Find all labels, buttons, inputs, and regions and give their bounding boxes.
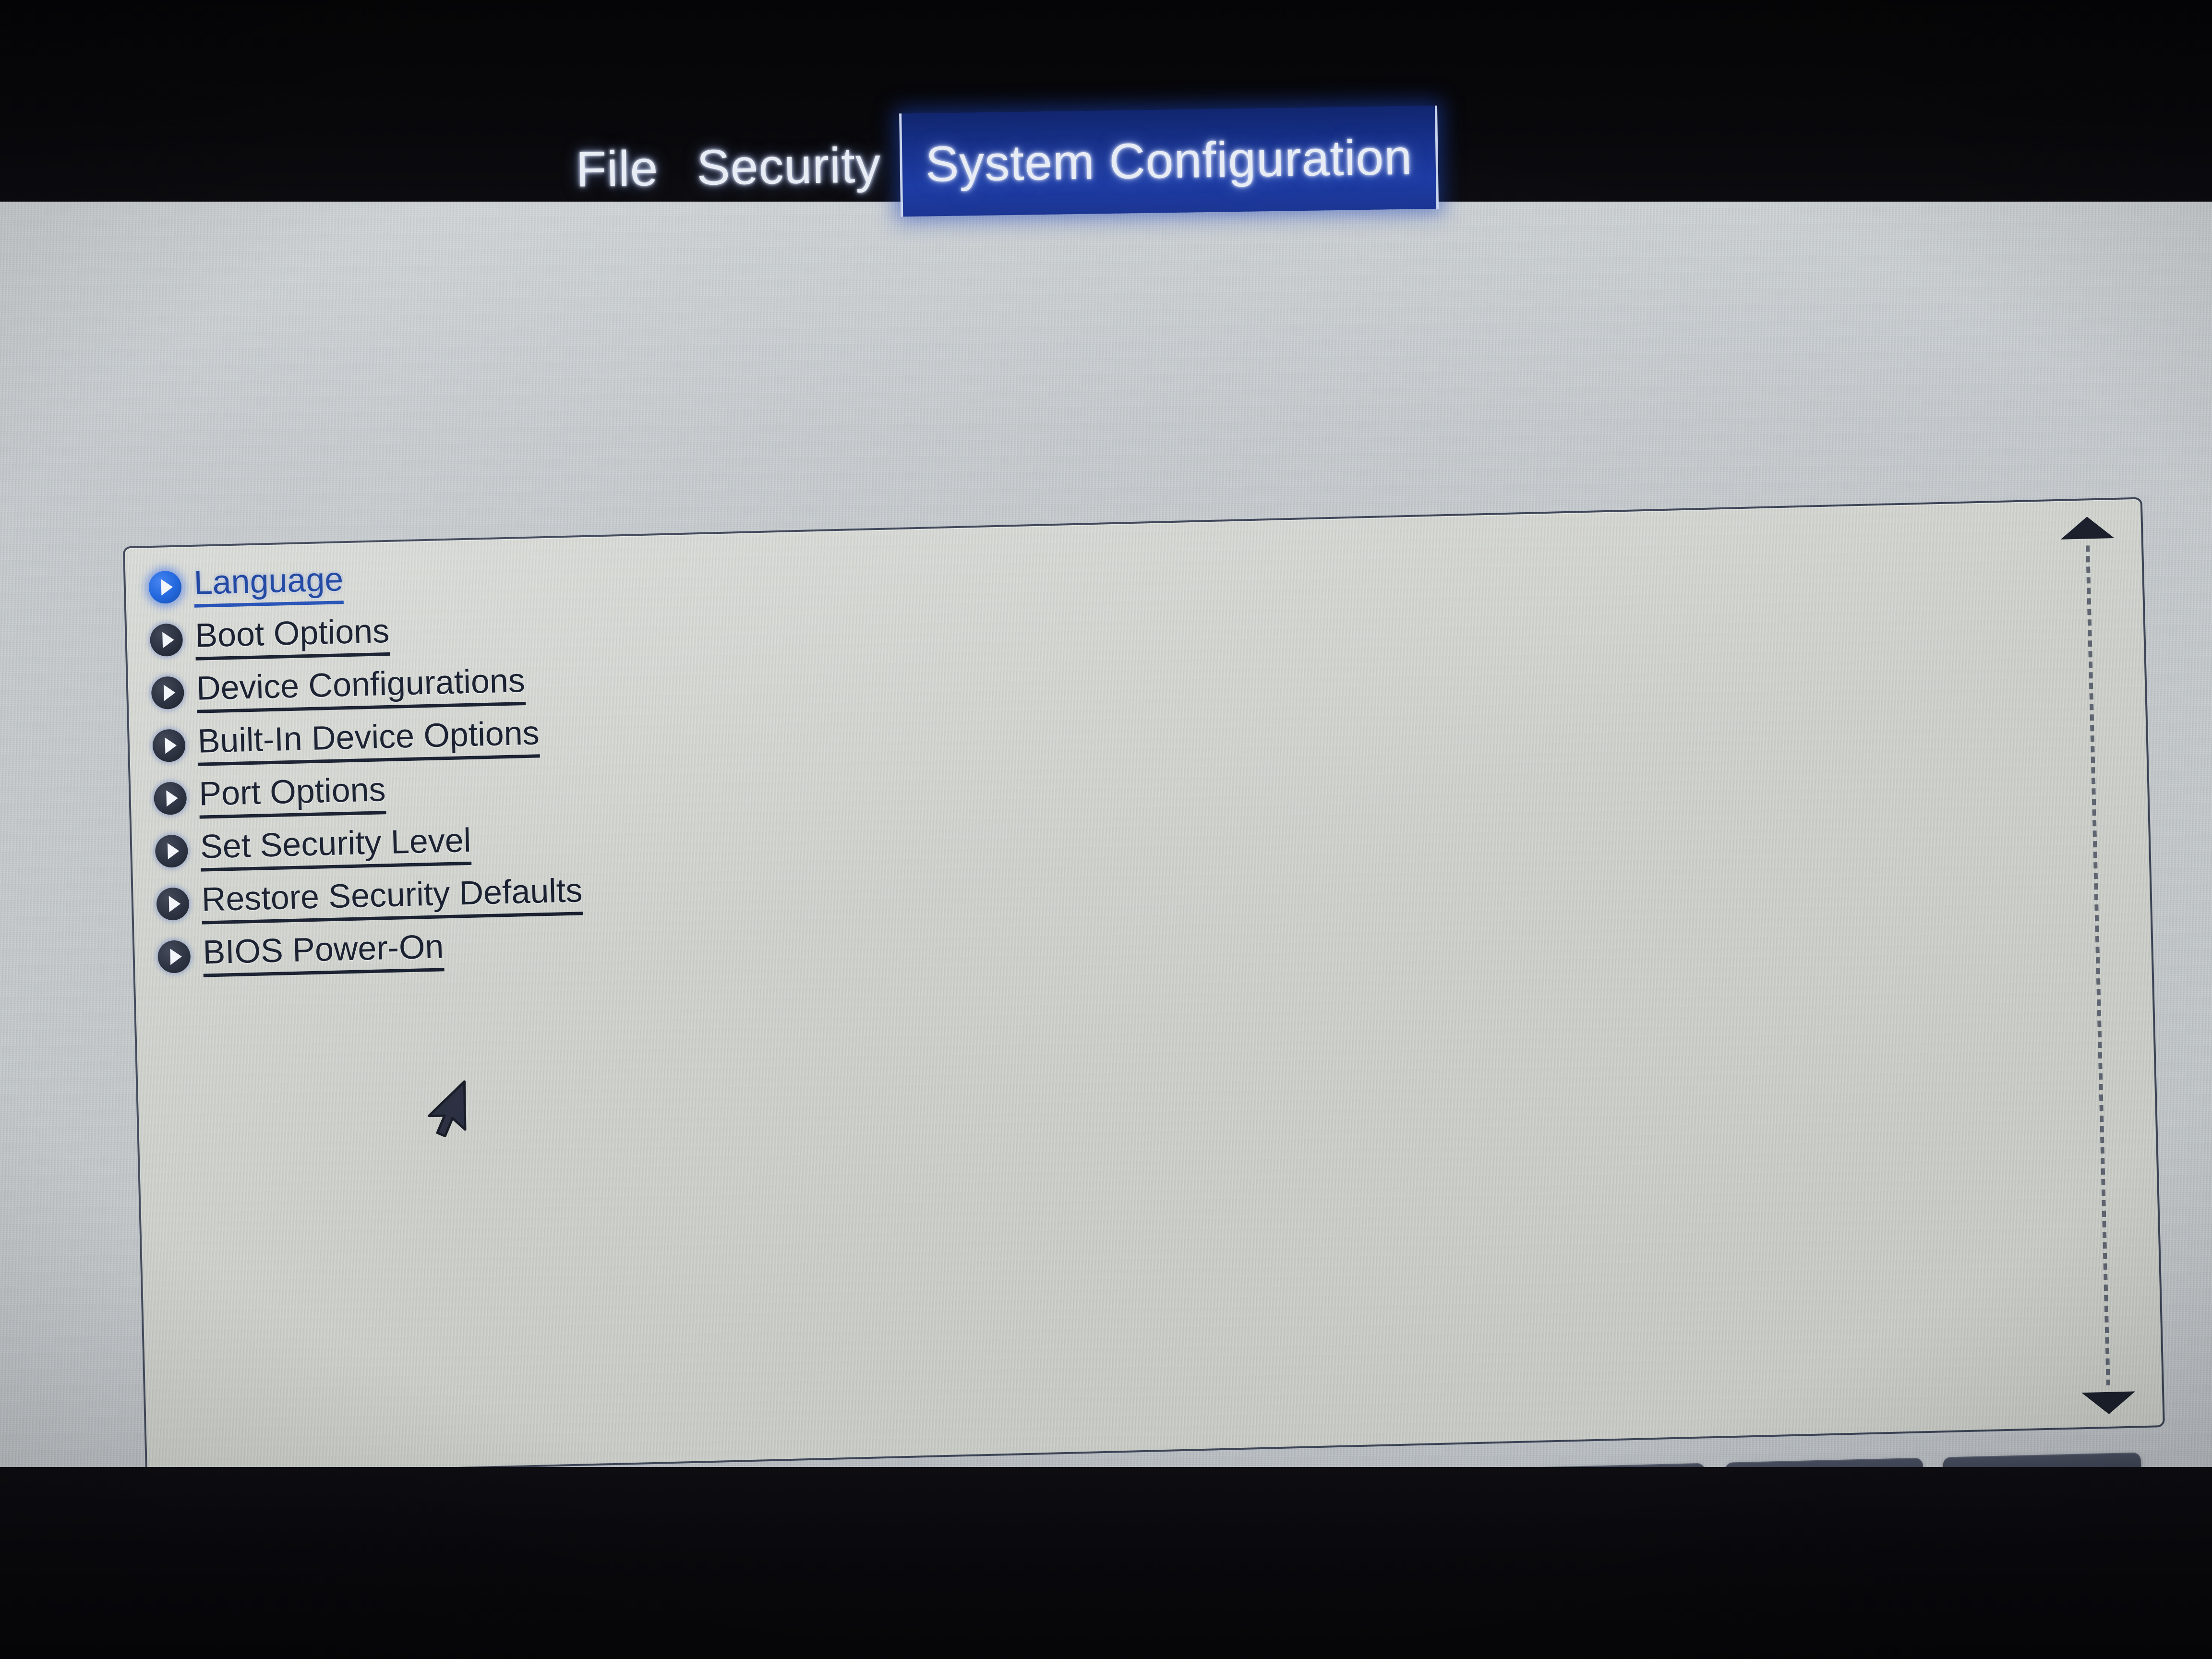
option-label: Port Options: [199, 770, 386, 819]
option-label: Device Configurations: [196, 661, 526, 713]
bios-screen: Language Boot Options Device Configurati…: [0, 166, 2212, 1526]
save-button-label: Save: [1571, 1477, 1642, 1512]
option-label: Set Security Level: [200, 821, 472, 872]
vertical-scrollbar[interactable]: [2058, 516, 2138, 1415]
play-circle-icon: [149, 623, 183, 657]
scrollbar-track[interactable]: [2086, 545, 2110, 1385]
triangle-up-icon[interactable]: [2060, 516, 2115, 540]
tab-security[interactable]: Security: [677, 113, 901, 220]
help-button-label: Help: [1792, 1471, 1857, 1506]
option-label: BIOS Power-On: [203, 927, 445, 977]
option-label: Language: [193, 560, 344, 608]
option-label: Boot Options: [194, 612, 390, 661]
option-label: Built-In Device Options: [197, 714, 540, 766]
tab-system-configuration-label: System Configuration: [925, 129, 1413, 192]
tab-security-label: Security: [696, 137, 881, 196]
play-circle-icon: [153, 781, 187, 815]
menu-tab-group: File Security System Configuration: [556, 105, 1439, 222]
exit-button[interactable]: Exit: [1943, 1452, 2142, 1515]
play-circle-icon: [151, 676, 185, 710]
options-panel: Language Boot Options Device Configurati…: [122, 497, 2165, 1477]
save-button[interactable]: Save: [1507, 1463, 1707, 1526]
tab-file[interactable]: File: [556, 117, 678, 222]
hp-brand-logo: hp: [1138, 1544, 1188, 1603]
play-circle-icon: [157, 940, 191, 974]
play-circle-icon: [148, 570, 182, 604]
monitor-photograph: Language Boot Options Device Configurati…: [0, 0, 2212, 1659]
tab-system-configuration[interactable]: System Configuration: [899, 105, 1439, 217]
exit-button-label: Exit: [2016, 1466, 2069, 1501]
help-button[interactable]: Help: [1725, 1457, 1924, 1520]
option-label: Restore Security Defaults: [201, 871, 583, 925]
tab-file-label: File: [575, 140, 659, 198]
play-circle-icon: [152, 729, 186, 763]
triangle-down-icon[interactable]: [2081, 1391, 2136, 1415]
action-button-bar: Save Help Exit: [1507, 1452, 2142, 1526]
play-circle-icon: [156, 887, 190, 921]
system-configuration-option-list: Language Boot Options Device Configurati…: [148, 531, 1407, 984]
play-circle-icon: [155, 834, 189, 868]
